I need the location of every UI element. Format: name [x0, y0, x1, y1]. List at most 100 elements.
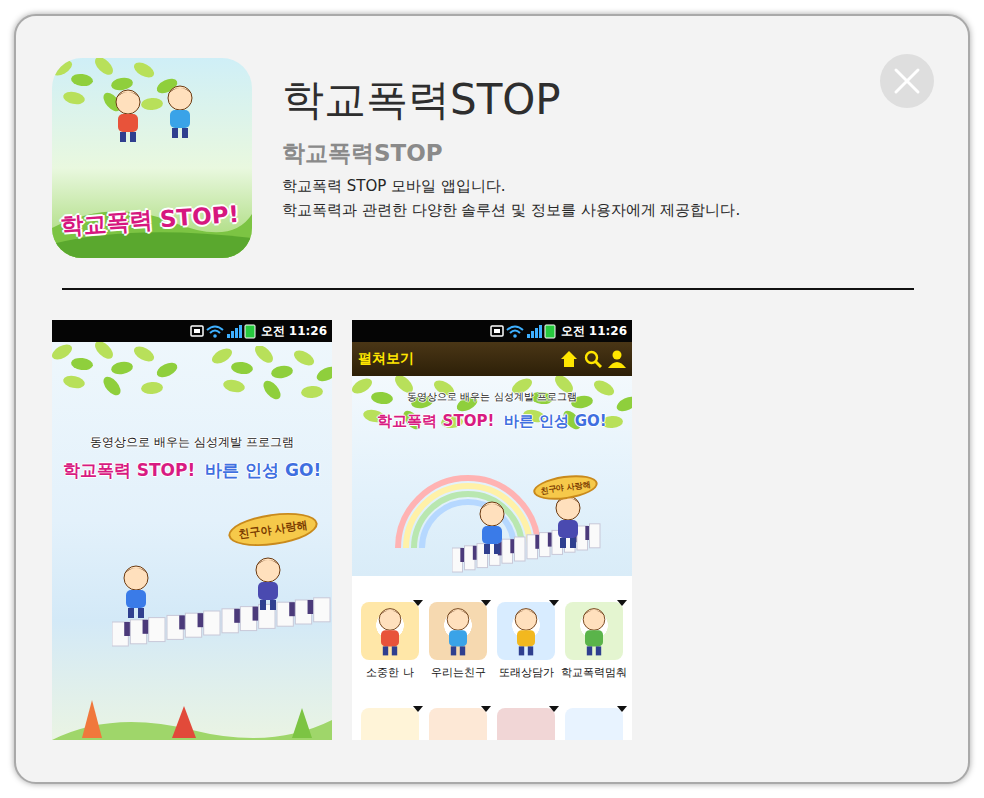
- close-button[interactable]: [880, 54, 934, 108]
- screenshot: 오전 11:26 펼쳐보기동영상으로 배우는 심성계발 프로그램학교폭력 STOP…: [352, 320, 632, 740]
- leaves-icon-svg: [52, 342, 182, 398]
- girl-icon-svg: [160, 84, 200, 140]
- menu-label: 학교폭력멈춰: [561, 666, 627, 680]
- app-subtitle: 학교폭력STOP: [282, 138, 740, 168]
- expand-icon: [481, 600, 491, 606]
- boy-icon-svg: [108, 88, 148, 144]
- menu-item[interactable]: [560, 708, 628, 740]
- menu-item[interactable]: [424, 708, 492, 740]
- banner-sign: 친구야 사랑해: [226, 508, 319, 551]
- status-time: 오전 11:26: [261, 323, 327, 340]
- search-icon-svg: [584, 350, 602, 368]
- girl-icon-svg: [248, 556, 288, 612]
- boy-icon: [108, 88, 148, 144]
- slogan-go: 바른 인성 GO!: [205, 459, 321, 482]
- menu-thumb: [497, 708, 555, 740]
- screenshot-list: 오전 11:26동영상으로 배우는 심성계발 프로그램학교폭력 STOP!바른 …: [16, 290, 968, 740]
- expand-icon: [617, 706, 627, 712]
- expand-icon: [549, 600, 559, 606]
- boy-icon: [472, 500, 512, 556]
- status-icons-svg: [490, 323, 556, 339]
- description-line: 학교폭력과 관련한 다양한 솔루션 및 정보를 사용자에게 제공합니다.: [282, 198, 740, 222]
- character-icon-svg: [576, 607, 612, 657]
- girl-icon-svg: [548, 494, 588, 550]
- menu-item[interactable]: 우리는친구: [424, 602, 492, 680]
- expand-icon: [549, 706, 559, 712]
- character-icon-svg: [440, 607, 476, 657]
- app-detail-dialog: 학교폭력 STOP! 학교폭력STOP 학교폭력STOP 학교폭력 STOP 모바일 …: [14, 14, 970, 784]
- character-icon: [508, 607, 544, 657]
- divider: [62, 288, 914, 290]
- status-bar: 오전 11:26: [352, 320, 632, 342]
- piano-icon: [452, 518, 602, 576]
- menu-item[interactable]: [492, 708, 560, 740]
- rainbow-icon: [388, 468, 548, 548]
- user-icon-svg: [608, 350, 626, 368]
- header: 학교폭력 STOP! 학교폭력STOP 학교폭력STOP 학교폭력 STOP 모바일 …: [16, 16, 968, 258]
- app-bar-title[interactable]: 펼쳐보기: [358, 350, 414, 368]
- banner: 동영상으로 배우는 심성계발 프로그램학교폭력 STOP! 바른 인성 GO! 친구…: [352, 376, 632, 576]
- status-bar: 오전 11:26: [52, 320, 332, 342]
- trees-icon-svg: [52, 670, 332, 740]
- character-icon-svg: [508, 607, 544, 657]
- close-icon: [892, 66, 922, 96]
- menu-label: 우리는친구: [431, 666, 486, 680]
- status-icons: [190, 323, 256, 339]
- expand-icon: [413, 600, 423, 606]
- screenshot: 오전 11:26 동영상으로 배우는 심성계발 프로그램학교폭력 STOP! 바른 …: [52, 320, 332, 740]
- expand-icon: [481, 706, 491, 712]
- app-title: 학교폭력STOP: [282, 74, 740, 126]
- boy-icon: [116, 564, 156, 620]
- character-icon: [576, 607, 612, 657]
- app-info: 학교폭력STOP 학교폭력STOP 학교폭력 STOP 모바일 앱입니다.학교폭력과…: [282, 58, 740, 222]
- menu-thumb: [497, 602, 555, 660]
- app-bar: 펼쳐보기: [352, 342, 632, 376]
- boy-icon-svg: [472, 500, 512, 556]
- character-icon: [372, 607, 408, 657]
- slogan-go: 바른 인성 GO!: [504, 412, 606, 431]
- menu-label: 또래상담가: [499, 666, 554, 680]
- girl-icon: [160, 84, 200, 140]
- girl-icon: [548, 494, 588, 550]
- close-icon-svg: [892, 66, 922, 96]
- status-icons: [490, 323, 556, 339]
- character-icon-svg: [372, 607, 408, 657]
- banner-headline: 동영상으로 배우는 심성계발 프로그램: [90, 434, 293, 451]
- menu-thumb: [429, 708, 487, 740]
- home-icon-svg: [560, 350, 578, 368]
- expand-icon: [617, 600, 627, 606]
- girl-icon: [248, 556, 288, 612]
- leaves-icon: [212, 346, 332, 402]
- menu-item[interactable]: 또래상담가: [492, 602, 560, 680]
- banner-slogan: 학교폭력 STOP! 바른 인성 GO!: [63, 459, 321, 482]
- menu-grid: 소중한 나우리는친구 또래상담가 학교폭력멈춰: [352, 576, 632, 740]
- menu-item[interactable]: 학교폭력멈춰: [560, 602, 628, 680]
- banner-sign: 친구야 사랑해: [532, 472, 599, 504]
- user-icon[interactable]: [608, 350, 626, 368]
- home-icon[interactable]: [560, 350, 578, 368]
- menu-thumb: [429, 602, 487, 660]
- leaves-icon-svg: [212, 346, 332, 402]
- menu-thumb: [565, 602, 623, 660]
- banner-headline: 동영상으로 배우는 심성계발 프로그램: [407, 390, 577, 404]
- rainbow-icon-svg: [388, 468, 548, 548]
- character-icon: [440, 607, 476, 657]
- slogan-stop: 학교폭력 STOP!: [377, 412, 494, 431]
- description-line: 학교폭력 STOP 모바일 앱입니다.: [282, 174, 740, 198]
- banner-slogan: 학교폭력 STOP! 바른 인성 GO!: [377, 412, 606, 431]
- menu-item[interactable]: 소중한 나: [356, 602, 424, 680]
- menu-item[interactable]: [356, 708, 424, 740]
- app-icon: 학교폭력 STOP!: [52, 58, 252, 258]
- menu-thumb: [565, 708, 623, 740]
- slogan-stop: 학교폭력 STOP!: [63, 459, 195, 482]
- app-bar-actions: [560, 350, 626, 368]
- app-description: 학교폭력 STOP 모바일 앱입니다.학교폭력과 관련한 다양한 솔루션 및 정…: [282, 174, 740, 222]
- trees-icon: [52, 670, 332, 740]
- piano-icon-svg: [452, 518, 602, 576]
- search-icon[interactable]: [584, 350, 602, 368]
- status-icons-svg: [190, 323, 256, 339]
- splash-scene: 동영상으로 배우는 심성계발 프로그램학교폭력 STOP! 바른 인성 GO! 친구…: [52, 342, 332, 740]
- expand-icon: [413, 706, 423, 712]
- status-time: 오전 11:26: [561, 323, 627, 340]
- boy-icon-svg: [116, 564, 156, 620]
